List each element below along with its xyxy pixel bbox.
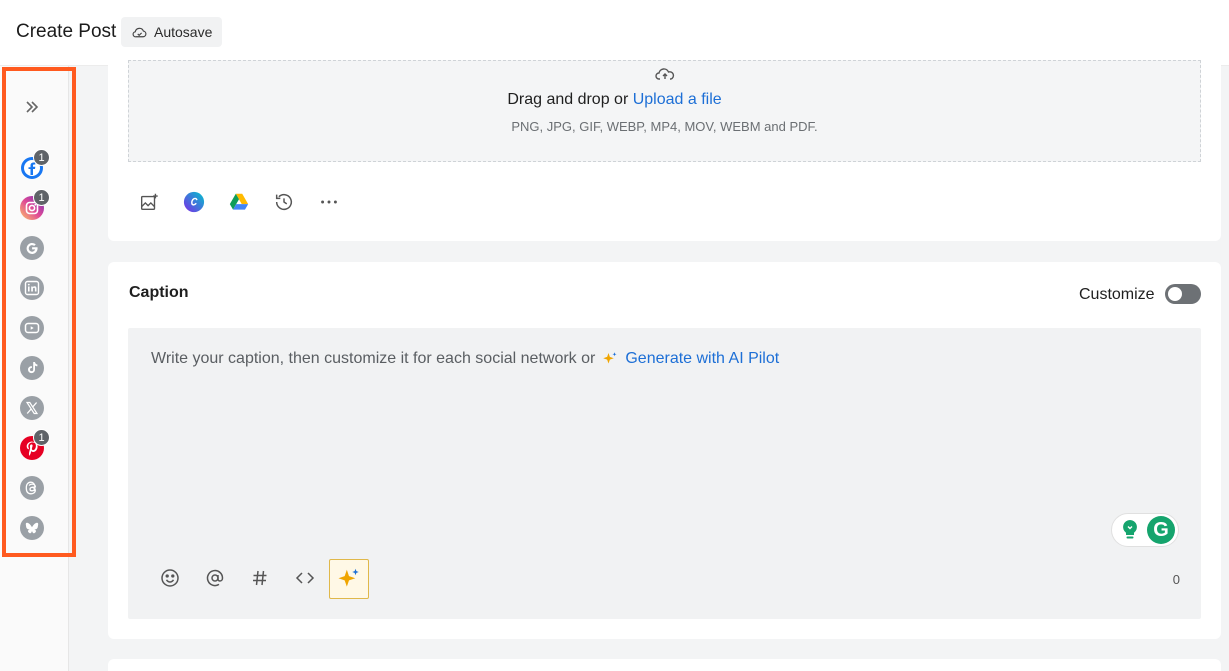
network-bluesky[interactable] (20, 516, 44, 540)
network-tiktok[interactable] (20, 356, 44, 380)
character-count: 0 (1172, 572, 1180, 587)
mention-button[interactable] (203, 566, 227, 590)
add-image-button[interactable] (137, 190, 161, 214)
code-button[interactable] (293, 566, 317, 590)
caption-editor[interactable] (128, 328, 1201, 619)
network-threads[interactable] (20, 476, 44, 500)
history-button[interactable] (272, 190, 296, 214)
customize-label: Customize (1079, 286, 1155, 303)
network-x[interactable] (20, 396, 44, 420)
hashtag-button[interactable] (248, 566, 272, 590)
smiley-icon (161, 569, 179, 587)
sparkle-icon (603, 352, 617, 364)
hashtag-icon (253, 570, 267, 586)
customize-toggle[interactable] (1165, 284, 1201, 304)
canva-button[interactable] (182, 190, 206, 214)
autosave-label: Autosave (154, 24, 213, 40)
facebook-badge: 1 (33, 149, 50, 166)
autosave-badge[interactable]: Autosave (121, 17, 223, 47)
instagram-badge: 1 (33, 189, 50, 206)
emoji-button[interactable] (158, 566, 182, 590)
caption-label: Caption (129, 284, 189, 301)
cloud-check-icon (132, 27, 147, 37)
code-icon (295, 572, 315, 584)
threads-icon (20, 476, 44, 500)
drag-drop-label: Drag and drop or (507, 91, 633, 108)
sparkle-icon (338, 568, 359, 587)
grammarly-icon: G (1147, 516, 1175, 544)
cloud-upload-icon (655, 68, 675, 80)
caption-placeholder: Write your caption, then customize it fo… (151, 350, 779, 368)
grammarly-widget[interactable]: G (1111, 513, 1179, 547)
ai-pilot-button[interactable] (329, 559, 369, 599)
at-sign-icon (206, 569, 224, 587)
google-drive-button[interactable] (227, 190, 251, 214)
history-icon (275, 194, 293, 211)
generate-ai-pilot-link[interactable]: Generate with AI Pilot (625, 350, 779, 368)
bluesky-icon (20, 516, 44, 540)
lightbulb-icon (1123, 520, 1137, 539)
x-icon (20, 396, 44, 420)
linkedin-icon (20, 276, 44, 300)
page-title: Create Post (16, 21, 117, 42)
tiktok-icon (20, 356, 44, 380)
upload-file-link[interactable]: Upload a file (633, 91, 722, 108)
next-card (108, 659, 1221, 671)
network-google[interactable] (20, 236, 44, 260)
network-linkedin[interactable] (20, 276, 44, 300)
image-add-icon (140, 193, 158, 211)
network-youtube[interactable] (20, 316, 44, 340)
caption-placeholder-text: Write your caption, then customize it fo… (151, 350, 596, 367)
youtube-icon (20, 316, 44, 340)
canva-icon (183, 191, 205, 213)
more-horizontal-icon (321, 200, 337, 204)
supported-formats: PNG, JPG, GIF, WEBP, MP4, MOV, WEBM and … (511, 119, 818, 134)
google-icon (20, 236, 44, 260)
more-options-button[interactable] (317, 190, 341, 214)
pinterest-badge: 1 (33, 429, 50, 446)
google-drive-icon (229, 193, 249, 210)
drop-text: Drag and drop or Upload a file (0, 91, 1229, 109)
